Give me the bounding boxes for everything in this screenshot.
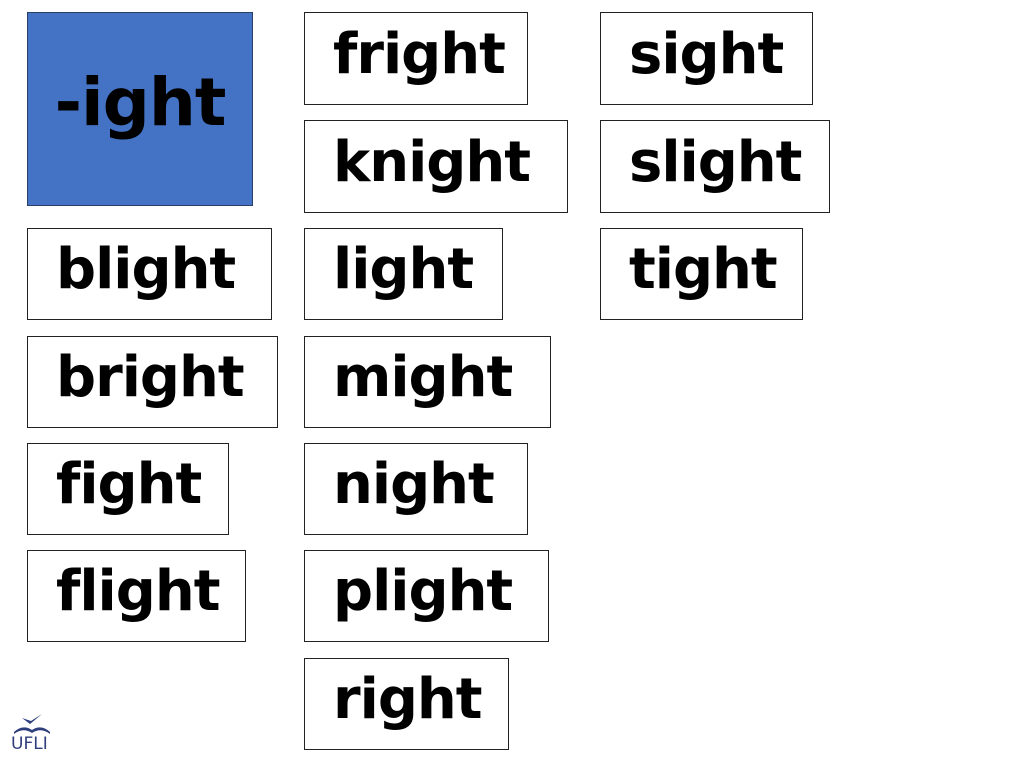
word-card: flight [27,550,246,642]
word: might [333,345,513,410]
word: tight [629,237,778,302]
word-card: tight [600,228,803,320]
word-card: bright [27,336,278,428]
word: slight [629,129,802,195]
word-card: fight [27,443,229,535]
word-card: right [304,658,509,750]
word-card: knight [304,120,568,213]
ufli-logo: UFLI [8,712,58,760]
word-family-header: -ight [27,12,253,206]
word: sight [629,21,784,87]
word-card: might [304,336,551,428]
word: right [333,667,483,732]
word-card: night [304,443,528,535]
word: light [333,237,474,302]
word: bright [56,345,245,410]
word: blight [56,237,236,302]
word: flight [56,559,220,624]
word-card: slight [600,120,830,213]
header-label: -ight [54,63,227,141]
word-card: plight [304,550,549,642]
word-card: fright [304,12,528,105]
word: fright [333,21,506,87]
word-card: sight [600,12,813,105]
word: plight [333,559,513,624]
word: knight [333,129,531,195]
word: fight [56,452,202,517]
word: night [333,452,495,517]
word-card: blight [27,228,272,320]
logo-text: UFLI [11,734,48,754]
word-card: light [304,228,503,320]
open-book-bird-icon [14,714,50,734]
